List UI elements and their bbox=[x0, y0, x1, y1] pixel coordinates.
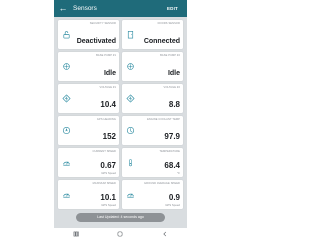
sensor-value: 0.67 bbox=[100, 161, 116, 170]
sensor-card[interactable]: VOLTAGE #1 10.4 bbox=[58, 84, 119, 113]
pump-icon bbox=[62, 62, 71, 71]
sensor-value: 10.1 bbox=[100, 193, 116, 202]
sensor-value: 97.9 bbox=[164, 132, 180, 141]
sensor-label: ENGINE COOLANT TEMP bbox=[147, 118, 180, 121]
phone-screen: ← Sensors EDIT SECURITY SENSOR Deactivate… bbox=[54, 0, 187, 240]
recent-apps-icon bbox=[73, 231, 79, 237]
system-back-button[interactable] bbox=[160, 230, 170, 238]
edit-button[interactable]: EDIT bbox=[167, 6, 187, 11]
sensor-label: TEMPERATURE bbox=[159, 150, 180, 153]
back-arrow-icon[interactable]: ← bbox=[56, 0, 70, 17]
system-nav-bar bbox=[54, 228, 187, 240]
home-icon bbox=[118, 231, 123, 237]
sensor-card[interactable]: CURRENT SPEED 0.67 GPS Speed bbox=[58, 148, 119, 177]
recent-apps-button[interactable] bbox=[71, 230, 81, 238]
sensor-grid: SECURITY SENSOR Deactivated DOORS SENSOR Co… bbox=[58, 20, 183, 209]
voltage-icon bbox=[126, 94, 135, 103]
speed-icon bbox=[62, 158, 71, 167]
sensor-label: GROUND AVERAGE SPEED bbox=[144, 182, 180, 185]
sensor-label: CURRENT SPEED bbox=[92, 150, 116, 153]
sensor-card[interactable]: BASE PUMP #2 Idle bbox=[122, 52, 183, 81]
sensor-unit: GPS Speed bbox=[101, 171, 116, 175]
sensor-card[interactable]: VOLTAGE #2 8.8 bbox=[122, 84, 183, 113]
sensor-value: Connected bbox=[143, 38, 180, 45]
thermometer-icon bbox=[126, 158, 135, 167]
sensor-label: MAXIMUM SPEED bbox=[92, 182, 116, 185]
speed-icon bbox=[62, 190, 71, 199]
speed-icon bbox=[126, 190, 135, 199]
app-header: ← Sensors EDIT bbox=[54, 0, 187, 17]
sensor-card[interactable]: TEMPERATURE 68.4 °F bbox=[122, 148, 183, 177]
sensor-label: BASE PUMP #1 bbox=[96, 54, 116, 57]
sensor-card[interactable]: SECURITY SENSOR Deactivated bbox=[58, 20, 119, 49]
sensor-label: BASE PUMP #2 bbox=[160, 54, 180, 57]
sensor-value: 8.8 bbox=[168, 100, 180, 109]
sensor-value: Deactivated bbox=[76, 38, 116, 45]
sensor-value: 68.4 bbox=[164, 161, 180, 170]
temperature-icon bbox=[126, 126, 135, 135]
sensor-card[interactable]: DOORS SENSOR Connected bbox=[122, 20, 183, 49]
voltage-icon bbox=[62, 94, 71, 103]
sensor-label: VOLTAGE #2 bbox=[163, 86, 180, 89]
sensor-card[interactable]: GPS HEADING 152 bbox=[58, 116, 119, 145]
sensor-value: 152 bbox=[102, 132, 116, 141]
chevron-left-icon bbox=[163, 231, 166, 237]
sensor-unit: °F bbox=[177, 171, 180, 175]
sensor-card[interactable]: ENGINE COOLANT TEMP 97.9 bbox=[122, 116, 183, 145]
sensor-unit: GPS Speed bbox=[165, 203, 180, 207]
door-icon bbox=[126, 30, 135, 39]
sensor-card[interactable]: GROUND AVERAGE SPEED 0.9 GPS Speed bbox=[122, 180, 183, 209]
sensor-card[interactable]: BASE PUMP #1 Idle bbox=[58, 52, 119, 81]
sensor-unit: GPS Speed bbox=[101, 203, 116, 207]
pump-icon bbox=[126, 62, 135, 71]
heading-icon bbox=[62, 126, 71, 135]
sensor-label: GPS HEADING bbox=[96, 118, 116, 121]
page-title: Sensors bbox=[73, 5, 97, 12]
home-button[interactable] bbox=[115, 230, 125, 238]
sensor-label: DOORS SENSOR bbox=[157, 22, 180, 25]
sensor-label: SECURITY SENSOR bbox=[89, 22, 116, 25]
sensor-value: 0.9 bbox=[168, 193, 180, 202]
last-updated-toast: Last Updated: 4 seconds ago bbox=[76, 213, 165, 222]
sensor-value: Idle bbox=[167, 70, 180, 77]
sensor-card[interactable]: MAXIMUM SPEED 10.1 GPS Speed bbox=[58, 180, 119, 209]
lock-open-icon bbox=[62, 30, 71, 39]
sensor-value: Idle bbox=[103, 70, 116, 77]
sensor-label: VOLTAGE #1 bbox=[99, 86, 116, 89]
sensor-value: 10.4 bbox=[100, 100, 116, 109]
